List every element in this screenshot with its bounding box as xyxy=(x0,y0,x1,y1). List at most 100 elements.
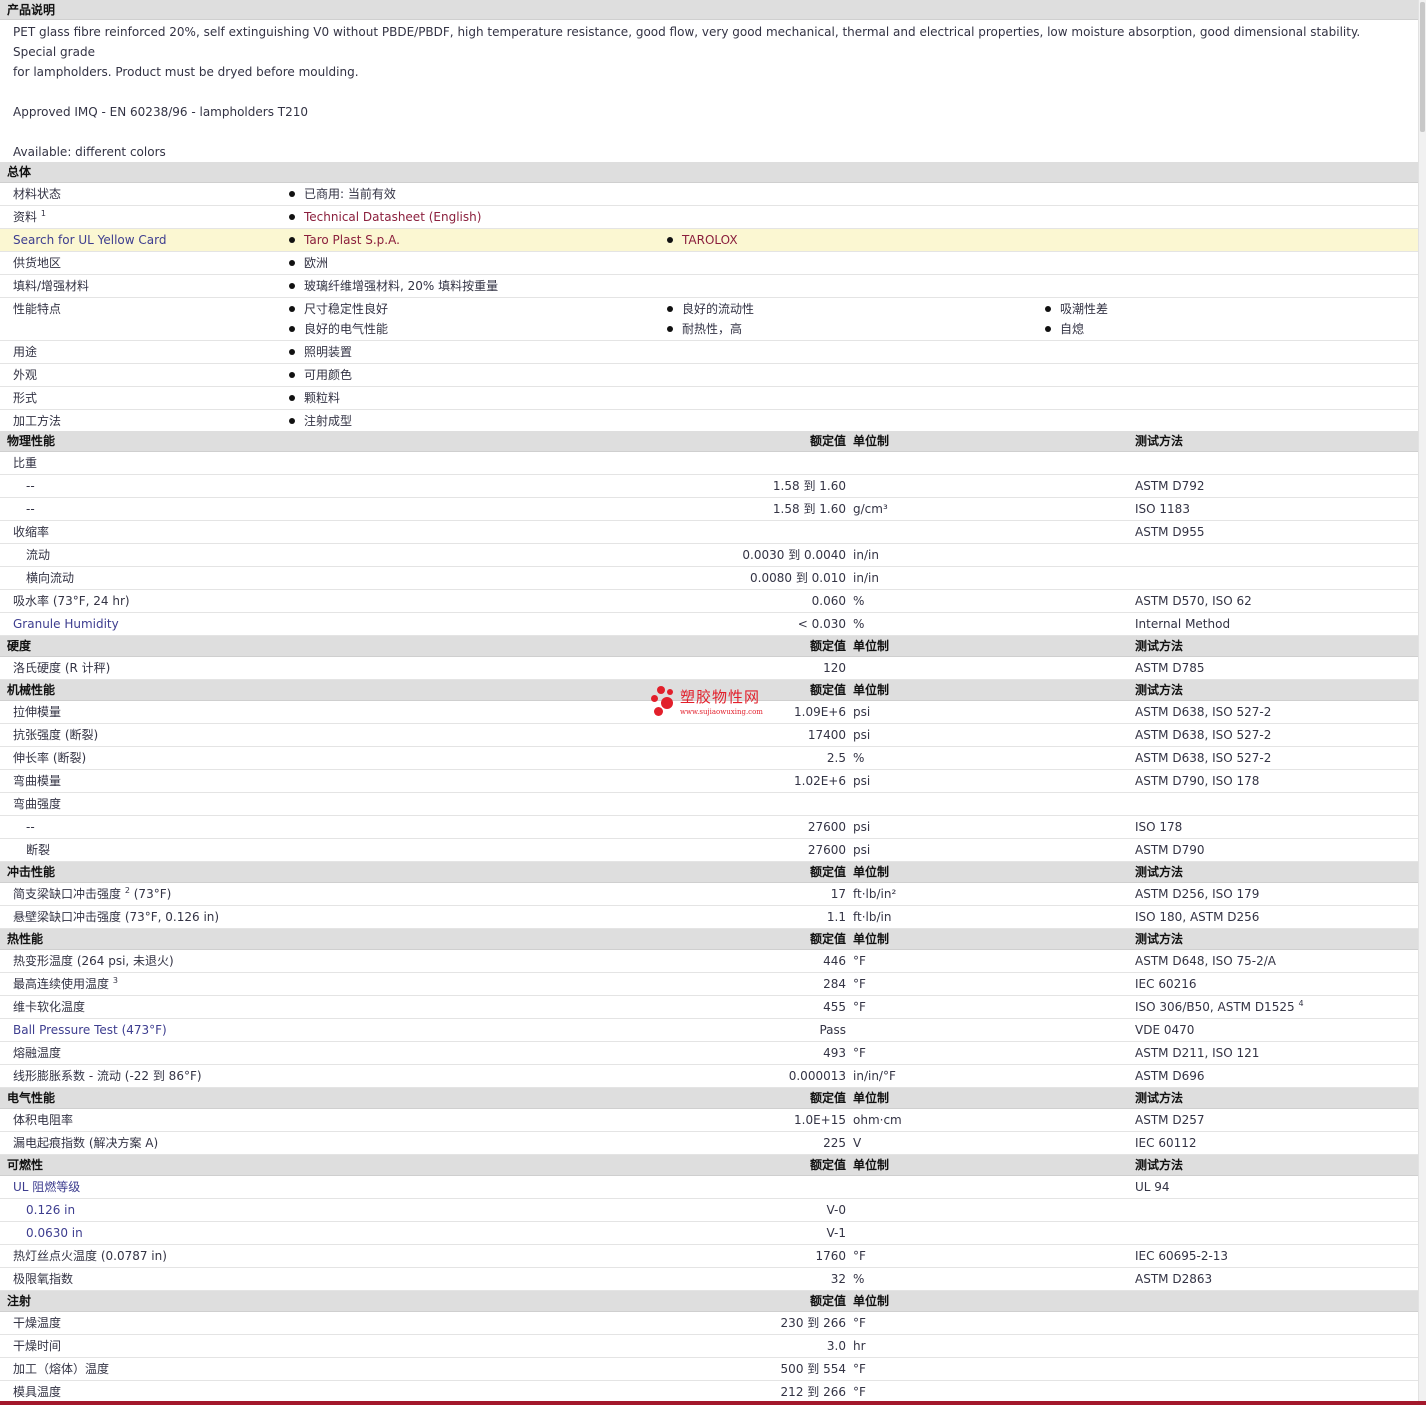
unit-value: °F xyxy=(853,1000,866,1014)
table-row: 比重 xyxy=(0,452,1418,475)
row-label-text: 0.0630 in xyxy=(26,1226,83,1240)
row-label[interactable]: 0.0630 in xyxy=(26,1222,83,1244)
unit-value: °F xyxy=(853,1316,866,1330)
column-header-nominal: 额定值 xyxy=(809,1294,846,1308)
table-row: 伸长率 (断裂) 2.5% ASTM D638, ISO 527-2 xyxy=(0,747,1418,770)
row-label-text: 简支梁缺口冲击强度 xyxy=(13,887,122,901)
unit-value: in/in/°F xyxy=(853,1069,896,1083)
test-method-text: ASTM D256, ISO 179 xyxy=(1135,887,1260,901)
bullet-item: 欧洲 xyxy=(289,252,328,274)
column-header-unit: 单位制 xyxy=(853,1294,890,1308)
bullet-icon xyxy=(667,305,673,312)
bullet-icon xyxy=(289,371,295,378)
table-row: 漏电起痕指数 (解决方案 A) 225 V IEC 60112 xyxy=(0,1132,1418,1155)
nominal-value: 32 xyxy=(830,1272,846,1286)
column-header-nominal: 额定值 xyxy=(809,683,846,697)
row-label[interactable]: Granule Humidity xyxy=(13,613,119,635)
bullet-item: 良好的电气性能 xyxy=(289,318,388,340)
nominal-value: 1760 xyxy=(815,1249,846,1263)
test-method: ASTM D955 xyxy=(1135,521,1204,543)
section-title: 注射 xyxy=(7,1294,32,1308)
test-method-text: ASTM D570, ISO 62 xyxy=(1135,594,1252,608)
row-use: 用途 照明装置 xyxy=(0,341,1418,364)
section-physical-header: 物理性能 额定值 单位制 测试方法 xyxy=(0,431,1418,452)
test-method-text: ASTM D790, ISO 178 xyxy=(1135,774,1260,788)
watermark-url: www.sujiaowuxing.com xyxy=(680,708,763,716)
test-method: Internal Method xyxy=(1135,613,1230,635)
supplier-link[interactable]: Taro Plast S.p.A. xyxy=(304,233,400,247)
table-row: -- 27600 psi ISO 178 xyxy=(0,816,1418,839)
row-label-suffix: (73°F) xyxy=(129,887,172,901)
row-label-text: 伸长率 (断裂) xyxy=(13,751,87,765)
row-label-text: 线形膨胀系数 - 流动 (-22 到 86°F) xyxy=(13,1069,202,1083)
test-method: ASTM D2863 xyxy=(1135,1268,1212,1290)
row-label[interactable]: 0.126 in xyxy=(26,1199,75,1221)
ul-yellow-card-link[interactable]: Search for UL Yellow Card xyxy=(13,229,166,251)
nominal-value: 27600 xyxy=(807,820,846,834)
row-label: 横向流动 xyxy=(26,567,74,589)
row-form: 形式 颗粒料 xyxy=(0,387,1418,410)
technical-datasheet-link[interactable]: Technical Datasheet (English) xyxy=(304,210,481,224)
section-title: 可燃性 xyxy=(7,1158,44,1172)
row-process: 加工方法 注射成型 xyxy=(0,410,1418,431)
nominal-value: < 0.030 xyxy=(797,617,846,631)
row-label: -- xyxy=(26,475,35,497)
test-method: ASTM D256, ISO 179 xyxy=(1135,883,1259,905)
unit-value: in/in xyxy=(853,571,879,585)
unit-value: °F xyxy=(853,1385,866,1399)
section-title: 冲击性能 xyxy=(7,865,56,879)
test-method: IEC 60695-2-13 xyxy=(1135,1245,1228,1267)
row-label-text: 加工（熔体）温度 xyxy=(13,1362,110,1376)
row-label-text: 抗张强度 (断裂) xyxy=(13,728,99,742)
unit-value: V xyxy=(853,1136,862,1150)
row-label[interactable]: Ball Pressure Test (473°F) xyxy=(13,1019,167,1041)
test-method-text: IEC 60216 xyxy=(1135,977,1197,991)
bullet-icon xyxy=(289,190,295,197)
row-ul-yellow-card: Search for UL Yellow Card Taro Plast S.p… xyxy=(0,229,1418,252)
row-label-text: 流动 xyxy=(26,548,51,562)
test-method-text: ASTM D257 xyxy=(1135,1113,1205,1127)
row-label-text: 最高连续使用温度 xyxy=(13,977,110,991)
unit-value: % xyxy=(853,1272,865,1286)
test-method-text: ASTM D955 xyxy=(1135,525,1205,539)
nominal-value: 500 到 554 xyxy=(780,1362,846,1376)
row-label: 拉伸模量 xyxy=(13,701,61,723)
section-title: 机械性能 xyxy=(7,683,56,697)
test-method: ISO 178 xyxy=(1135,816,1182,838)
description-line: for lampholders. Product must be dryed b… xyxy=(13,65,359,79)
row-label: 外观 xyxy=(13,368,38,382)
section-hardness-header: 硬度 额定值 单位制 测试方法 xyxy=(0,636,1418,657)
unit-value: °F xyxy=(853,977,866,991)
unit-value: psi xyxy=(853,705,871,719)
nominal-value: 0.0080 到 0.010 xyxy=(750,571,846,585)
row-label[interactable]: UL 阻燃等级 xyxy=(13,1176,80,1198)
row-label-text: 横向流动 xyxy=(26,571,75,585)
table-row: 极限氧指数 32% ASTM D2863 xyxy=(0,1268,1418,1291)
vertical-scrollbar[interactable] xyxy=(1418,0,1426,1405)
test-method-text: IEC 60695-2-13 xyxy=(1135,1249,1229,1263)
nominal-value: 0.000013 xyxy=(788,1069,846,1083)
section-title: 电气性能 xyxy=(7,1091,56,1105)
product-description: PET glass fibre reinforced 20%, self ext… xyxy=(0,20,1418,162)
nominal-value: 2.5 xyxy=(826,751,846,765)
nominal-value: Pass xyxy=(819,1023,846,1037)
column-header-test: 测试方法 xyxy=(1135,434,1184,448)
table-row: 线形膨胀系数 - 流动 (-22 到 86°F) 0.000013 in/in/°F… xyxy=(0,1065,1418,1088)
row-filler: 填料/增强材料 玻璃纤维增强材料, 20% 填料按重量 xyxy=(0,275,1418,298)
bullet-icon xyxy=(289,213,295,220)
row-label: 抗张强度 (断裂) xyxy=(13,724,98,746)
scrollbar-thumb[interactable] xyxy=(1420,2,1425,132)
nominal-value: 1.1 xyxy=(826,910,846,924)
section-title: 总体 xyxy=(7,165,32,179)
row-label: 干燥温度 xyxy=(13,1312,61,1334)
test-method: ASTM D211, ISO 121 xyxy=(1135,1042,1259,1064)
watermark-logo: 塑胶物性网 www.sujiaowuxing.com xyxy=(651,686,791,722)
test-method: ASTM D696 xyxy=(1135,1065,1204,1087)
brand-link[interactable]: TAROLOX xyxy=(682,233,738,247)
row-label-text: 比重 xyxy=(13,456,38,470)
table-row: 弯曲模量 1.02E+6 psi ASTM D790, ISO 178 xyxy=(0,770,1418,793)
column-header-nominal: 额定值 xyxy=(809,1091,846,1105)
column-header-unit: 单位制 xyxy=(853,434,890,448)
test-method: VDE 0470 xyxy=(1135,1019,1194,1041)
column-header-unit: 单位制 xyxy=(853,683,890,697)
